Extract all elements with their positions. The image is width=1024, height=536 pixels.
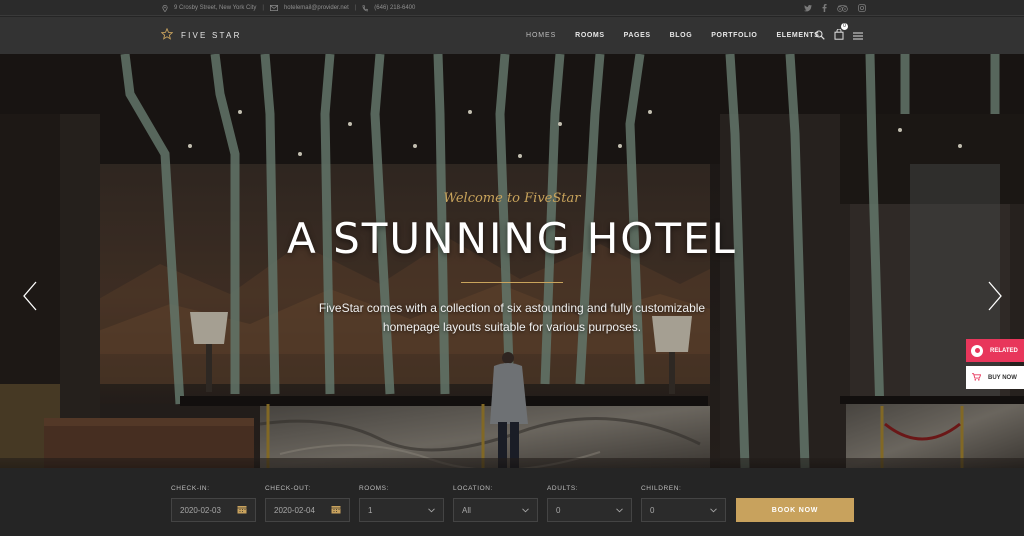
calendar-icon[interactable] xyxy=(331,505,341,516)
location-pin-icon xyxy=(162,4,168,12)
chevron-down-icon xyxy=(522,506,529,515)
twitter-icon[interactable] xyxy=(804,0,812,17)
chevron-down-icon xyxy=(616,506,623,515)
search-icon[interactable] xyxy=(815,27,825,45)
adults-select[interactable]: 0 xyxy=(547,498,632,522)
rooms-field: ROOMS: 1 xyxy=(359,485,444,522)
main-menu: HOMES ROOMS PAGES BLOG PORTFOLIO ELEMENT… xyxy=(526,17,838,54)
location-select[interactable]: All xyxy=(453,498,538,522)
menu-item-portfolio[interactable]: PORTFOLIO xyxy=(711,32,757,39)
nav-actions: 0 xyxy=(815,17,863,54)
checkout-field: CHECK-OUT: 2020-02-04 xyxy=(265,485,350,522)
instagram-icon[interactable] xyxy=(858,0,866,17)
calendar-icon[interactable] xyxy=(237,505,247,516)
buy-now-label: BUY NOW xyxy=(988,374,1017,381)
hero-description: FiveStar comes with a collection of six … xyxy=(0,299,1024,337)
adults-field: ADULTS: 0 xyxy=(547,485,632,522)
checkout-value: 2020-02-04 xyxy=(274,505,315,515)
checkin-label: CHECK-IN: xyxy=(171,485,210,492)
checkout-label: CHECK-OUT: xyxy=(265,485,311,492)
menu-item-homes[interactable]: HOMES xyxy=(526,32,556,39)
location-field: LOCATION: All xyxy=(453,485,538,522)
book-now-button[interactable]: BOOK NOW xyxy=(736,498,854,522)
booking-bar: CHECK-IN: 2020-02-03 CHECK-OUT: 2020-02-… xyxy=(0,468,1024,536)
brand-name: FIVE STAR xyxy=(181,31,242,40)
checkout-input[interactable]: 2020-02-04 xyxy=(265,498,350,522)
menu-item-blog[interactable]: BLOG xyxy=(670,32,693,39)
hero-description-line: homepage layouts suitable for various pu… xyxy=(382,320,642,334)
hamburger-menu-icon[interactable] xyxy=(853,27,863,45)
slider-prev-arrow-icon[interactable] xyxy=(21,281,39,311)
cart-button[interactable]: 0 xyxy=(834,22,848,45)
hero-divider xyxy=(461,282,563,283)
chevron-down-icon xyxy=(710,506,717,515)
chevron-down-icon xyxy=(428,506,435,515)
contact-info: 9 Crosby Street, New York City | hotelem… xyxy=(162,0,415,16)
children-value: 0 xyxy=(650,505,655,515)
rooms-label: ROOMS: xyxy=(359,485,389,492)
hero-description-line: FiveStar comes with a collection of six … xyxy=(318,301,706,315)
facebook-icon[interactable] xyxy=(822,0,827,17)
cart-count-badge: 0 xyxy=(841,22,848,30)
tripadvisor-icon[interactable] xyxy=(837,0,848,17)
top-info-bar: 9 Crosby Street, New York City | hotelem… xyxy=(0,0,1024,16)
hero-slider: Welcome to FiveStar A STUNNING HOTEL Fiv… xyxy=(0,54,1024,468)
menu-item-rooms[interactable]: ROOMS xyxy=(575,32,604,39)
checkin-field: CHECK-IN: 2020-02-03 xyxy=(171,485,256,522)
menu-item-pages[interactable]: PAGES xyxy=(624,32,651,39)
rooms-select[interactable]: 1 xyxy=(359,498,444,522)
shopping-bag-icon xyxy=(834,28,844,40)
separator: | xyxy=(262,5,264,11)
star-icon xyxy=(160,27,174,45)
cart-icon xyxy=(972,372,982,383)
social-links xyxy=(804,0,866,16)
children-label: CHILDREN: xyxy=(641,485,682,492)
buy-now-button[interactable]: BUY NOW xyxy=(966,366,1024,389)
checkin-input[interactable]: 2020-02-03 xyxy=(171,498,256,522)
separator: | xyxy=(354,5,357,11)
phone-text: (646) 218-6400 xyxy=(374,5,416,11)
hero-kicker: Welcome to FiveStar xyxy=(443,191,581,206)
children-field: CHILDREN: 0 xyxy=(641,485,726,522)
hero-title: A STUNNING HOTEL xyxy=(287,214,737,263)
checkin-value: 2020-02-03 xyxy=(180,505,221,515)
address-text: 9 Crosby Street, New York City xyxy=(174,5,257,11)
email-link[interactable]: hotelemail@provider.net xyxy=(284,5,349,11)
rooms-value: 1 xyxy=(368,505,373,515)
hero-caption: Welcome to FiveStar A STUNNING HOTEL Fiv… xyxy=(0,54,1024,468)
envelope-icon xyxy=(269,5,278,11)
main-navigation: FIVE STAR HOMES ROOMS PAGES BLOG PORTFOL… xyxy=(0,17,1024,54)
phone-icon xyxy=(362,4,369,12)
children-select[interactable]: 0 xyxy=(641,498,726,522)
slider-next-arrow-icon[interactable] xyxy=(986,281,1004,311)
menu-item-elements[interactable]: ELEMENTS xyxy=(776,32,819,39)
related-label: RELATED xyxy=(990,347,1018,354)
adults-label: ADULTS: xyxy=(547,485,579,492)
related-icon xyxy=(971,344,983,357)
related-button[interactable]: RELATED xyxy=(966,339,1024,362)
adults-value: 0 xyxy=(556,505,561,515)
brand-logo[interactable]: FIVE STAR xyxy=(160,17,242,54)
location-label: LOCATION: xyxy=(453,485,493,492)
location-value: All xyxy=(462,505,471,515)
